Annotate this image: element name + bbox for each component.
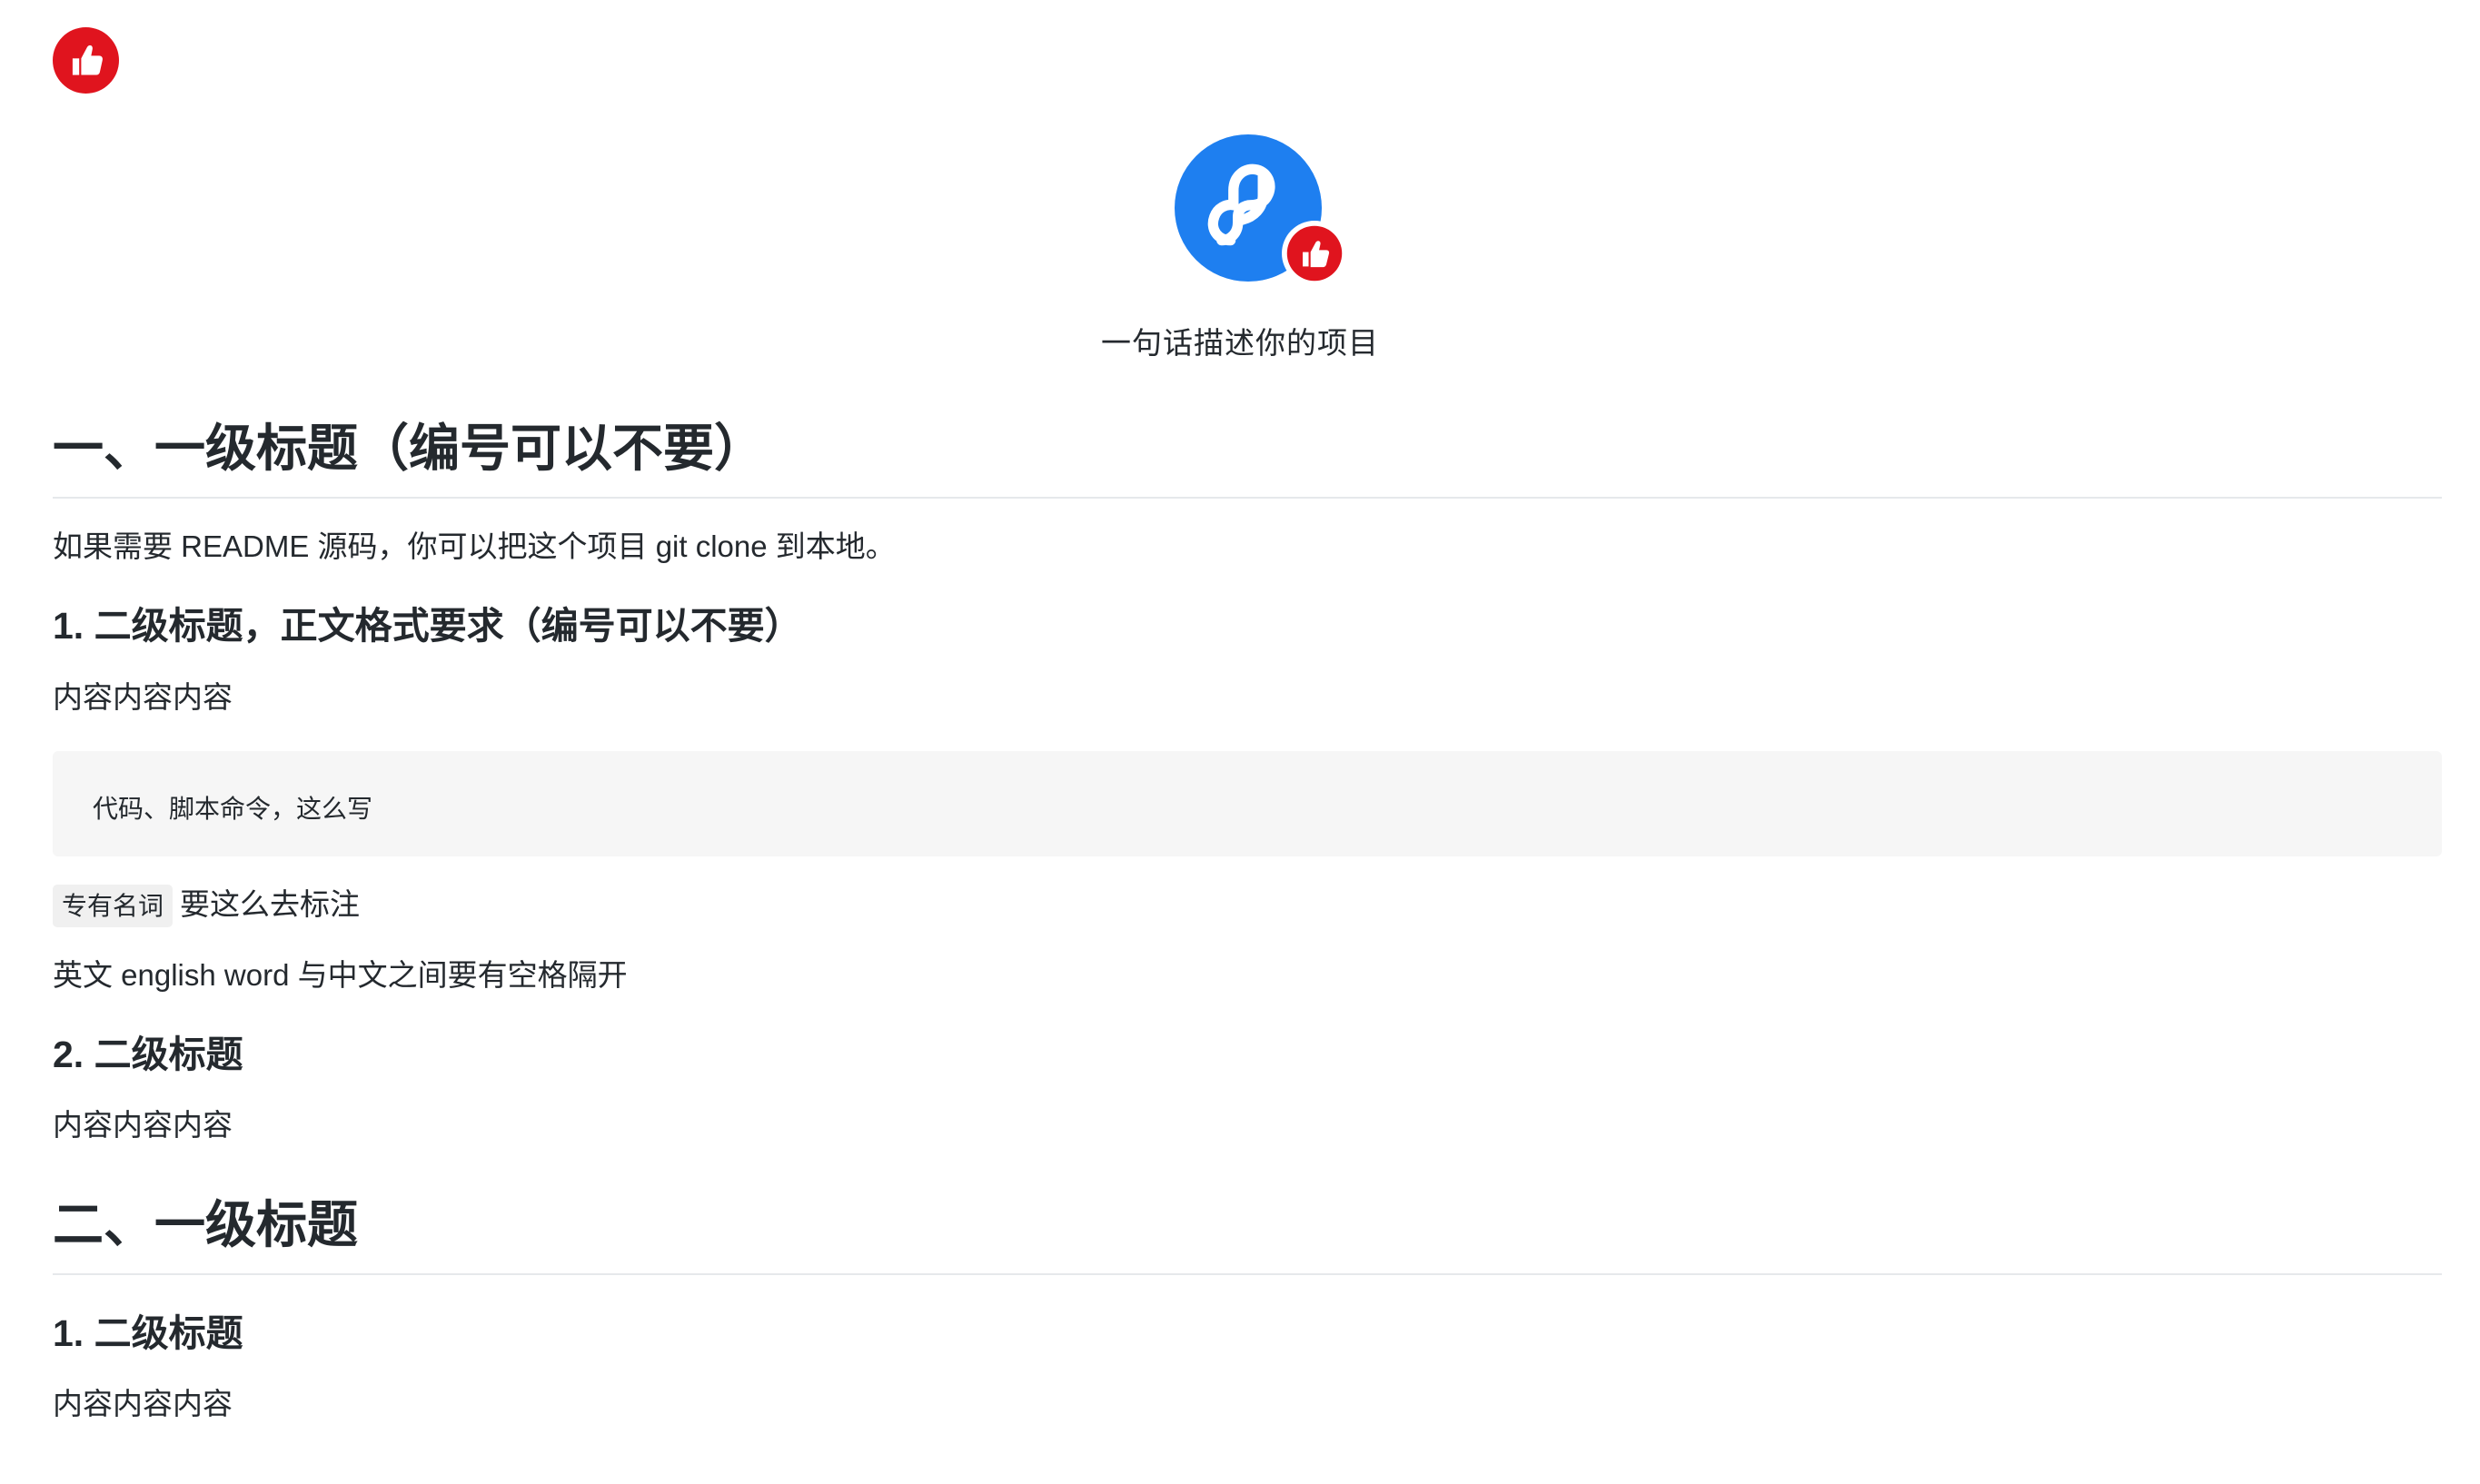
code-text: 代码、脚本命令，这么写	[93, 794, 373, 823]
code-block: 代码、脚本命令，这么写	[53, 750, 2442, 856]
hero: 一句话描述你的项目	[0, 134, 2480, 362]
project-logo	[1174, 134, 1347, 289]
inline-code-term: 专有名词	[53, 884, 174, 927]
body-text: 内容内容内容	[53, 679, 233, 714]
section-heading-1: 一、一级标题（编号可以不要）	[53, 418, 2442, 500]
subsection-heading-1-1: 1. 二级标题，正文格式要求（编号可以不要）	[53, 605, 802, 648]
term-paragraph: 专有名词 要这么去标注	[53, 884, 2442, 927]
thumbs-up-icon	[1281, 221, 1347, 286]
english-note: 英文 english word 与中文之间要有空格隔开	[53, 957, 628, 992]
term-suffix: 要这么去标注	[180, 886, 361, 921]
project-description: 一句话描述你的项目	[1101, 326, 1379, 360]
section-heading-2: 二、一级标题	[53, 1194, 2442, 1275]
body-text: 内容内容内容	[53, 1386, 233, 1420]
body-text: 内容内容内容	[53, 1108, 233, 1143]
subsection-heading-2-1: 1. 二级标题	[53, 1311, 243, 1354]
readme-content: 一、一级标题（编号可以不要） 如果需要 README 源码，你可以把这个项目 g…	[53, 418, 2442, 1425]
thumbs-up-badge-icon	[53, 27, 119, 94]
subsection-heading-1-2: 2. 二级标题	[53, 1034, 243, 1076]
intro-paragraph: 如果需要 README 源码，你可以把这个项目 git clone 到本地。	[53, 529, 896, 564]
readme-page: 一句话描述你的项目 一、一级标题（编号可以不要） 如果需要 README 源码，…	[0, 0, 2480, 1484]
